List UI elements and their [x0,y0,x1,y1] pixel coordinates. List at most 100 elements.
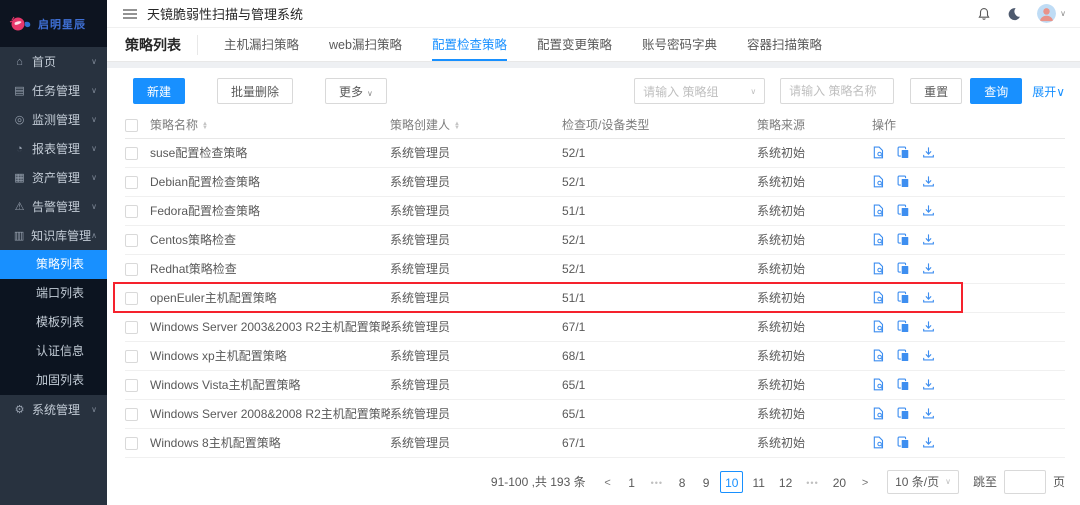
preview-icon[interactable] [872,378,885,391]
copy-icon[interactable] [897,320,910,333]
select-all-checkbox[interactable] [125,119,138,132]
page-ellipsis[interactable]: ••• [646,471,668,493]
download-icon[interactable] [922,204,935,217]
jump-page-input[interactable] [1004,470,1046,494]
copy-icon[interactable] [897,378,910,391]
download-icon[interactable] [922,146,935,159]
row-checkbox[interactable] [125,321,138,334]
copy-icon[interactable] [897,233,910,246]
sort-control[interactable]: ▲▼ [202,122,208,130]
sidebar-item-home[interactable]: ⌂首页∨ [0,47,107,76]
policy-group-select[interactable]: 请输入 策略组 ∨ [634,78,765,104]
sidebar-item-monitoring-management[interactable]: ◎监测管理∨ [0,105,107,134]
preview-icon[interactable] [872,262,885,275]
tab-account-password-dict[interactable]: 账号密码字典 [642,28,717,61]
sidebar-item-knowledge-base-management[interactable]: ▥知识库管理∧ [0,221,107,250]
download-icon[interactable] [922,349,935,362]
tab-host-scan-policy[interactable]: 主机漏扫策略 [224,28,299,61]
copy-icon[interactable] [897,204,910,217]
cell-check_items: 52/1 [562,225,757,254]
policy-name-input[interactable] [780,78,894,104]
row-checkbox[interactable] [125,176,138,189]
copy-icon[interactable] [897,175,910,188]
preview-icon[interactable] [872,233,885,246]
preview-icon[interactable] [872,436,885,449]
notification-bell-icon[interactable] [977,7,991,21]
next-page-button[interactable]: > [855,471,875,493]
download-icon[interactable] [922,291,935,304]
row-checkbox[interactable] [125,263,138,276]
sidebar-subitem-template-list[interactable]: 模板列表 [0,308,107,337]
copy-icon[interactable] [897,291,910,304]
page-ellipsis[interactable]: ••• [801,471,823,493]
sidebar-item-alert-management[interactable]: ⚠告警管理∨ [0,192,107,221]
tab-config-check-policy[interactable]: 配置检查策略 [432,28,507,61]
copy-icon[interactable] [897,146,910,159]
download-icon[interactable] [922,320,935,333]
page-button-20[interactable]: 20 [828,471,851,493]
dark-mode-moon-icon[interactable] [1007,7,1021,21]
row-checkbox[interactable] [125,234,138,247]
download-icon[interactable] [922,175,935,188]
copy-icon[interactable] [897,349,910,362]
sidebar-item-report-management[interactable]: ◔报表管理∨ [0,134,107,163]
download-icon[interactable] [922,436,935,449]
preview-icon[interactable] [872,204,885,217]
download-icon[interactable] [922,262,935,275]
row-select-cell [125,312,150,341]
tab-config-change-policy[interactable]: 配置变更策略 [537,28,612,61]
row-checkbox[interactable] [125,437,138,450]
row-checkbox[interactable] [125,292,138,305]
download-icon[interactable] [922,378,935,391]
new-button[interactable]: 新建 [133,78,185,104]
page-button-8[interactable]: 8 [672,471,692,493]
download-icon[interactable] [922,233,935,246]
prev-page-button[interactable]: < [598,471,618,493]
preview-icon[interactable] [872,349,885,362]
jump-suffix-label: 页 [1053,473,1065,490]
preview-icon[interactable] [872,320,885,333]
page-button-10[interactable]: 10 [720,471,743,493]
menu-fold-icon[interactable] [123,8,137,20]
query-button[interactable]: 查询 [970,78,1022,104]
copy-icon[interactable] [897,436,910,449]
sort-control[interactable]: ▲▼ [454,122,460,130]
page-button-12[interactable]: 12 [774,471,797,493]
cell-check_items: 68/1 [562,341,757,370]
copy-icon[interactable] [897,262,910,275]
copy-icon[interactable] [897,407,910,420]
cell-ops [872,428,1065,457]
tab-web-scan-policy[interactable]: web漏扫策略 [329,28,402,61]
sidebar-subitem-auth-info[interactable]: 认证信息 [0,337,107,366]
sidebar-subitem-policy-list[interactable]: 策略列表 [0,250,107,279]
row-checkbox[interactable] [125,350,138,363]
sidebar-item-asset-management[interactable]: ▦资产管理∨ [0,163,107,192]
cell-source: 系统初始 [757,283,872,312]
sidebar-item-system-management[interactable]: ⚙系统管理∨ [0,395,107,424]
more-button[interactable]: 更多∨ [325,78,387,104]
preview-icon[interactable] [872,407,885,420]
preview-icon[interactable] [872,146,885,159]
row-actions [872,349,1065,362]
user-menu[interactable]: ∨ [1037,4,1066,23]
row-checkbox[interactable] [125,205,138,218]
page-button-11[interactable]: 11 [747,471,769,493]
preview-icon[interactable] [872,291,885,304]
download-icon[interactable] [922,407,935,420]
reset-button[interactable]: 重置 [910,78,962,104]
expand-link[interactable]: 展开∨ [1032,83,1065,100]
page-size-select[interactable]: 10 条/页∨ [887,470,959,494]
row-checkbox[interactable] [125,408,138,421]
row-checkbox[interactable] [125,379,138,392]
page-button-1[interactable]: 1 [622,471,642,493]
batch-delete-button[interactable]: 批量删除 [217,78,293,104]
cell-creator: 系统管理员 [390,283,562,312]
sidebar-subitem-port-list[interactable]: 端口列表 [0,279,107,308]
preview-icon[interactable] [872,175,885,188]
sidebar-subitem-hardening-list[interactable]: 加固列表 [0,366,107,395]
tab-container-scan-policy[interactable]: 容器扫描策略 [747,28,822,61]
sidebar-item-task-management[interactable]: ▤任务管理∨ [0,76,107,105]
chevron-down-icon: ∨ [91,173,97,182]
row-checkbox[interactable] [125,147,138,160]
page-button-9[interactable]: 9 [696,471,716,493]
